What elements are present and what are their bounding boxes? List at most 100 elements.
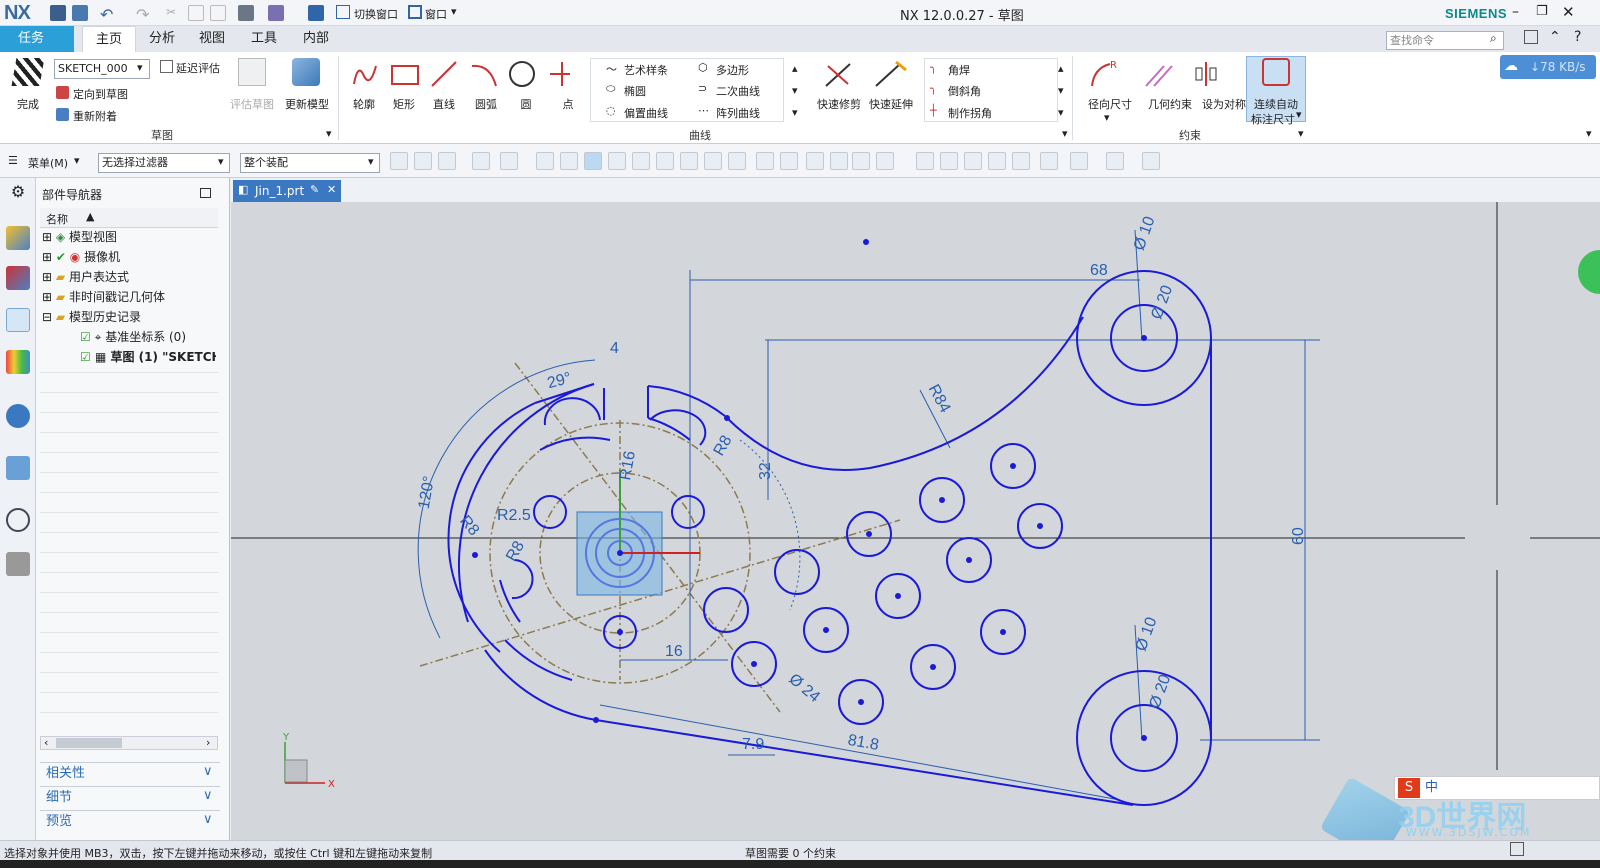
- menu-chevron-icon[interactable]: ▾: [74, 154, 80, 167]
- circle-button[interactable]: 圆: [514, 96, 538, 112]
- ellipse-button[interactable]: 椭圆: [624, 83, 646, 99]
- end-point-icon[interactable]: [608, 152, 626, 170]
- art-spline-button[interactable]: 艺术样条: [624, 62, 668, 78]
- fillet-button[interactable]: 角焊: [948, 62, 970, 78]
- dim-r2-5[interactable]: R2.5: [497, 507, 531, 524]
- evaluate-sketch-button[interactable]: 评估草图: [228, 96, 276, 112]
- zoom-icon[interactable]: [940, 152, 958, 170]
- corner-expand-icon[interactable]: ▾: [1058, 106, 1064, 119]
- filter-chevron-icon[interactable]: ▾: [218, 155, 224, 168]
- scroll-left-icon[interactable]: ‹: [44, 736, 48, 749]
- reattach-button[interactable]: 重新附着: [73, 108, 117, 124]
- dim-dia20-top[interactable]: Ø 20: [1148, 283, 1176, 322]
- dim-16[interactable]: 16: [665, 643, 683, 660]
- name-column-label[interactable]: 名称: [46, 211, 68, 227]
- render-style-icon[interactable]: [1012, 152, 1030, 170]
- dim-dia20-bottom[interactable]: Ø 20: [1146, 672, 1174, 711]
- finish-sketch-button[interactable]: 完成: [10, 96, 46, 112]
- solid-body-icon[interactable]: [536, 152, 554, 170]
- close-tab-icon[interactable]: ✕: [327, 183, 336, 196]
- checkbox-checked-icon[interactable]: ☑: [80, 350, 91, 364]
- dim-r8-left[interactable]: R8: [456, 513, 482, 540]
- print-icon[interactable]: [238, 5, 254, 21]
- constraint-navigator-icon[interactable]: [6, 266, 30, 290]
- polygon-button[interactable]: 多边形: [716, 62, 749, 78]
- tab-home[interactable]: 主页: [82, 26, 137, 52]
- assembly-navigator-icon[interactable]: [6, 226, 30, 250]
- dim-29deg[interactable]: 29°: [545, 370, 573, 393]
- dim-r8-inner[interactable]: R8: [503, 538, 528, 564]
- ribbon-options-icon[interactable]: [1524, 30, 1538, 44]
- select-edge-icon[interactable]: [472, 152, 490, 170]
- layer-icon[interactable]: [1106, 152, 1124, 170]
- auto-dim-chevron-icon[interactable]: ▾: [1296, 108, 1302, 121]
- dim-120deg[interactable]: 120°: [416, 475, 438, 511]
- gallery-scroll-up-icon[interactable]: ▴: [792, 62, 798, 75]
- dim-60[interactable]: 60: [1290, 527, 1307, 545]
- dim-dia10-top[interactable]: Ø 10: [1131, 214, 1159, 253]
- tree-row-datum-csys[interactable]: ☑ ⌖ 基准坐标系 (0): [80, 328, 186, 348]
- rotate-icon[interactable]: [964, 152, 982, 170]
- existing-point-icon[interactable]: [728, 152, 746, 170]
- scroll-right-icon[interactable]: ›: [206, 736, 210, 749]
- status-window-icon[interactable]: [1510, 842, 1524, 856]
- dim-dia10-bottom[interactable]: Ø 10: [1133, 615, 1161, 654]
- settings-gear-icon[interactable]: ⚙: [6, 182, 30, 206]
- dim-r84[interactable]: R84: [925, 382, 954, 416]
- tab-analysis[interactable]: 分析: [136, 26, 188, 52]
- corner-scroll-down-icon[interactable]: ▾: [1058, 84, 1064, 97]
- sketch-name-chevron-icon[interactable]: ▾: [137, 61, 143, 74]
- reuse-library-icon[interactable]: [6, 350, 30, 374]
- window-menu-button[interactable]: 窗口: [425, 6, 447, 22]
- gallery-scroll-down-icon[interactable]: ▾: [792, 84, 798, 97]
- part-navigator-icon[interactable]: [6, 308, 30, 332]
- tab-tools[interactable]: 工具: [238, 26, 290, 52]
- control-point-icon[interactable]: [656, 152, 674, 170]
- arc-center-icon[interactable]: [756, 152, 774, 170]
- dim-r8-right[interactable]: R8: [711, 433, 736, 459]
- view-orient-icon[interactable]: [1040, 152, 1058, 170]
- conic-button[interactable]: 二次曲线: [716, 83, 760, 99]
- point-button[interactable]: 点: [556, 96, 580, 112]
- select-body-icon[interactable]: [414, 152, 432, 170]
- arc-button[interactable]: 圆弧: [471, 96, 501, 112]
- dim-68[interactable]: 68: [1090, 262, 1108, 279]
- save-icon[interactable]: [50, 5, 66, 21]
- profile-button[interactable]: 轮廓: [348, 96, 380, 112]
- clock-icon[interactable]: [6, 508, 30, 532]
- switch-window-button[interactable]: 切换窗口: [354, 6, 398, 22]
- rect-select-icon[interactable]: [500, 152, 518, 170]
- expand-icon[interactable]: ⊞: [42, 290, 52, 304]
- restore-icon[interactable]: ❐: [1536, 4, 1548, 19]
- update-model-icon[interactable]: [292, 58, 320, 86]
- orient-to-sketch-button[interactable]: 定向到草图: [73, 86, 128, 102]
- web-browser-icon[interactable]: [6, 404, 30, 428]
- radial-dim-chevron-icon[interactable]: ▾: [1104, 111, 1110, 124]
- dim-32[interactable]: 32: [757, 462, 774, 480]
- sketch-canvas[interactable]: 68 Ø 10 R84 32 R8 60 R2.5 R8 29° 4 120° …: [231, 202, 1600, 840]
- quadrant-icon[interactable]: [780, 152, 798, 170]
- intersection-icon[interactable]: [680, 152, 698, 170]
- tab-view[interactable]: 视图: [186, 26, 238, 52]
- snap-point-icon[interactable]: [584, 152, 602, 170]
- repeat-command-icon[interactable]: [308, 5, 324, 21]
- dim-dia24[interactable]: Ø 24: [785, 671, 823, 706]
- line-button[interactable]: 直线: [429, 96, 459, 112]
- fit-view-icon[interactable]: [916, 152, 934, 170]
- tree-row-cameras[interactable]: ⊞ ✔ ◉ 摄像机: [42, 248, 120, 268]
- tree-row-model-views[interactable]: ⊞ ◈ 模型视图: [42, 228, 117, 248]
- accordion-preview[interactable]: 预览: [40, 810, 220, 832]
- role-icon[interactable]: [6, 552, 30, 576]
- minimize-icon[interactable]: –: [1512, 4, 1519, 20]
- radial-dimension-button[interactable]: 径向尺寸: [1080, 96, 1140, 112]
- expand-icon[interactable]: ⊞: [42, 250, 52, 264]
- chevron-down-icon[interactable]: ∨: [203, 788, 213, 803]
- gallery-expand-icon[interactable]: ▾: [792, 106, 798, 119]
- pattern-curve-button[interactable]: 阵列曲线: [716, 105, 760, 121]
- select-face-icon[interactable]: [438, 152, 456, 170]
- history-icon[interactable]: [6, 456, 30, 480]
- chevron-down-icon[interactable]: ∨: [203, 764, 213, 779]
- menu-button[interactable]: 菜单(M): [28, 155, 68, 171]
- tangent-icon[interactable]: [830, 152, 848, 170]
- undo-icon[interactable]: ↶: [100, 5, 116, 24]
